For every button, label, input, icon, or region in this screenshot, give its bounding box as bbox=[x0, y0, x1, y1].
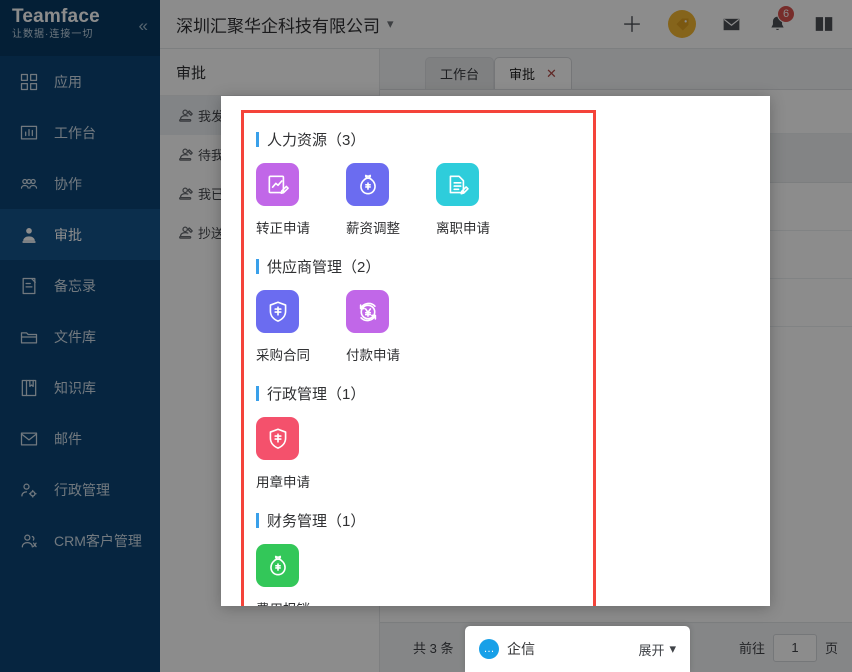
app-item-3-0[interactable]: 费用报销 bbox=[256, 544, 346, 606]
im-expand-button[interactable]: 展开 ▾ bbox=[638, 640, 676, 659]
app-item-label: 采购合同 bbox=[256, 348, 310, 363]
app-group-2: 行政管理（1） 用章申请 bbox=[256, 383, 593, 491]
im-name: 企信 bbox=[507, 641, 535, 657]
app-item-0-1[interactable]: 薪资调整 bbox=[346, 163, 436, 237]
chevron-down-icon: ▾ bbox=[669, 641, 676, 656]
app-group-title: 行政管理（1） bbox=[256, 383, 593, 404]
chat-bubble-icon: … bbox=[479, 639, 499, 659]
money-bag-icon bbox=[346, 163, 389, 206]
app-item-label: 用章申请 bbox=[256, 475, 310, 490]
app-item-label: 转正申请 bbox=[256, 221, 310, 236]
app-item-0-0[interactable]: 转正申请 bbox=[256, 163, 346, 237]
app-group-items: 用章申请 bbox=[256, 417, 593, 491]
app-group-title: 财务管理（1） bbox=[256, 510, 593, 531]
app-group-title: 人力资源（3） bbox=[256, 129, 593, 150]
group-accent-bar bbox=[256, 132, 259, 147]
app-item-1-0[interactable]: 采购合同 bbox=[256, 290, 346, 364]
app-picker-highlight-box: 人力资源（3） 转正申请 薪资调整 离职申请供应商管理（2） 采购合同 付款申请行政管理（… bbox=[241, 110, 596, 606]
app-group-items: 采购合同 付款申请 bbox=[256, 290, 593, 364]
app-group-title-text: 财务管理（1） bbox=[267, 513, 366, 530]
chart-edit-icon bbox=[256, 163, 299, 206]
yuan-refresh-icon bbox=[346, 290, 389, 333]
app-group-items: 费用报销 bbox=[256, 544, 593, 606]
money-bag-icon bbox=[256, 544, 299, 587]
app-group-1: 供应商管理（2） 采购合同 付款申请 bbox=[256, 256, 593, 364]
im-widget[interactable]: … 企信 展开 ▾ bbox=[465, 626, 690, 672]
shield-bao-icon bbox=[256, 417, 299, 460]
app-group-title-text: 行政管理（1） bbox=[267, 386, 366, 403]
group-accent-bar bbox=[256, 259, 259, 274]
app-root: Teamface 让数据·连接一切 « 应用 工作台 协作 审批 备忘录 文件库 知识库 邮件… bbox=[0, 0, 852, 672]
app-group-items: 转正申请 薪资调整 离职申请 bbox=[256, 163, 593, 237]
app-group-0: 人力资源（3） 转正申请 薪资调整 离职申请 bbox=[256, 129, 593, 237]
app-item-label: 付款申请 bbox=[346, 348, 400, 363]
app-item-label: 薪资调整 bbox=[346, 221, 400, 236]
app-item-0-2[interactable]: 离职申请 bbox=[436, 163, 526, 237]
app-group-title-text: 供应商管理（2） bbox=[267, 259, 381, 276]
app-group-title-text: 人力资源（3） bbox=[267, 132, 366, 149]
im-expand-label: 展开 bbox=[638, 642, 665, 658]
app-picker-panel: 人力资源（3） 转正申请 薪资调整 离职申请供应商管理（2） 采购合同 付款申请行政管理（… bbox=[221, 96, 770, 606]
app-group-title: 供应商管理（2） bbox=[256, 256, 593, 277]
app-item-1-1[interactable]: 付款申请 bbox=[346, 290, 436, 364]
doc-edit-icon bbox=[436, 163, 479, 206]
app-item-label: 费用报销 bbox=[256, 598, 310, 606]
shield-bao-icon bbox=[256, 290, 299, 333]
group-accent-bar bbox=[256, 386, 259, 401]
app-item-label: 离职申请 bbox=[436, 221, 490, 236]
app-group-3: 财务管理（1） 费用报销 bbox=[256, 510, 593, 606]
app-group-list: 人力资源（3） 转正申请 薪资调整 离职申请供应商管理（2） 采购合同 付款申请行政管理（… bbox=[244, 113, 593, 606]
app-item-2-0[interactable]: 用章申请 bbox=[256, 417, 346, 491]
group-accent-bar bbox=[256, 513, 259, 528]
